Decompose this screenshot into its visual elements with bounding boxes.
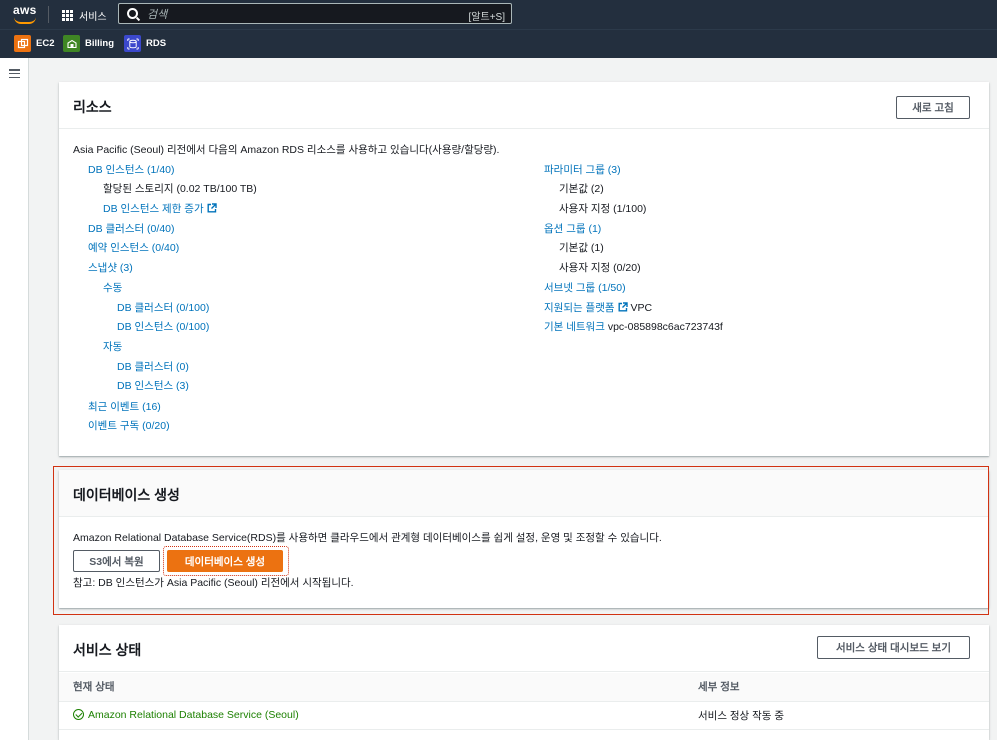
service-health-header: 서비스 상태 서비스 상태 대시보드 보기 bbox=[59, 625, 989, 672]
service-status-link[interactable]: Amazon Relational Database Service (Seou… bbox=[88, 709, 299, 721]
link-auto-clusters[interactable]: DB 클러스터 (0) bbox=[117, 360, 189, 374]
favorites-bar: EC2 Billing RDS bbox=[0, 29, 997, 58]
service-health-dashboard-button[interactable]: 서비스 상태 대시보드 보기 bbox=[817, 636, 970, 659]
pg-custom: 사용자 지정 (1/100) bbox=[559, 203, 647, 215]
column-header-detail: 세부 정보 bbox=[684, 673, 989, 702]
external-link-icon bbox=[207, 203, 217, 213]
side-navigation-rail bbox=[0, 58, 29, 740]
aws-logo-text: aws bbox=[13, 3, 37, 17]
link-event-subscriptions[interactable]: 이벤트 구독 (0/20) bbox=[88, 419, 170, 433]
billing-icon bbox=[63, 35, 80, 52]
search-shortcut: [알트+S] bbox=[468, 12, 505, 23]
ec2-icon bbox=[14, 35, 31, 52]
nav-divider bbox=[48, 6, 49, 23]
grid-icon bbox=[62, 10, 73, 21]
link-manual[interactable]: 수동 bbox=[103, 281, 122, 295]
default-network-value: vpc-085898c6ac723743f bbox=[607, 321, 723, 333]
status-cell: Amazon Relational Database Service (Seou… bbox=[59, 701, 684, 730]
link-automated[interactable]: 자동 bbox=[103, 340, 122, 354]
pg-default: 기본값 (2) bbox=[559, 183, 604, 195]
link-parameter-groups[interactable]: 파라미터 그룹 (3) bbox=[544, 163, 621, 177]
rds-icon bbox=[124, 35, 141, 52]
link-supported-platforms[interactable]: 지원되는 플랫폼 bbox=[544, 302, 615, 314]
table-row: Amazon Relational Database Service (Seou… bbox=[59, 701, 989, 730]
service-health-panel: 서비스 상태 서비스 상태 대시보드 보기 현재 상태 세부 정보 Amazon… bbox=[59, 625, 989, 740]
aws-smile-icon bbox=[14, 17, 36, 24]
link-db-clusters[interactable]: DB 클러스터 (0/40) bbox=[88, 222, 175, 236]
search-box[interactable]: [알트+S] bbox=[118, 3, 512, 24]
services-label: 서비스 bbox=[79, 12, 107, 23]
favorite-billing[interactable]: Billing bbox=[63, 35, 114, 52]
default-network-row: 기본 네트워크 vpc-085898c6ac723743f bbox=[544, 320, 723, 334]
aws-logo[interactable]: aws bbox=[13, 4, 39, 24]
resources-panel: 리소스 새로 고침 Asia Pacific (Seoul) 리전에서 다음의 … bbox=[59, 82, 989, 456]
service-health-title: 서비스 상태 bbox=[73, 642, 142, 658]
og-default: 기본값 (1) bbox=[559, 242, 604, 254]
link-default-network[interactable]: 기본 네트워크 bbox=[544, 321, 605, 333]
link-option-groups[interactable]: 옵션 그룹 (1) bbox=[544, 222, 601, 236]
external-link-icon bbox=[618, 302, 628, 312]
resources-body: Asia Pacific (Seoul) 리전에서 다음의 Amazon RDS… bbox=[59, 82, 989, 456]
supported-platforms-value: VPC bbox=[630, 302, 653, 314]
top-navigation: aws 서비스 [알트+S] bbox=[0, 0, 997, 29]
column-header-status: 현재 상태 bbox=[59, 673, 684, 702]
table-header-row: 현재 상태 세부 정보 bbox=[59, 673, 989, 702]
og-custom: 사용자 지정 (0/20) bbox=[559, 262, 641, 274]
link-auto-instances[interactable]: DB 인스턴스 (3) bbox=[117, 379, 189, 393]
link-manual-instances[interactable]: DB 인스턴스 (0/100) bbox=[117, 320, 209, 334]
favorite-label: RDS bbox=[146, 38, 167, 49]
highlight-box bbox=[53, 466, 989, 615]
favorite-rds[interactable]: RDS bbox=[124, 35, 166, 52]
favorite-label: EC2 bbox=[36, 38, 55, 49]
link-reserved-instances[interactable]: 예약 인스턴스 (0/40) bbox=[88, 241, 179, 255]
link-manual-clusters[interactable]: DB 클러스터 (0/100) bbox=[117, 301, 209, 315]
services-menu-button[interactable]: 서비스 bbox=[62, 8, 107, 23]
link-subnet-groups[interactable]: 서브넷 그룹 (1/50) bbox=[544, 281, 626, 295]
detail-cell: 서비스 정상 작동 중 bbox=[684, 701, 989, 730]
resources-intro: Asia Pacific (Seoul) 리전에서 다음의 Amazon RDS… bbox=[73, 144, 500, 156]
link-recent-events[interactable]: 최근 이벤트 (16) bbox=[88, 400, 161, 414]
link-increase-limit-row: DB 인스턴스 제한 증가 bbox=[103, 202, 217, 216]
hamburger-menu-icon[interactable] bbox=[9, 69, 20, 79]
service-health-table: 현재 상태 세부 정보 Amazon Relational Database S… bbox=[59, 673, 989, 730]
favorite-ec2[interactable]: EC2 bbox=[14, 35, 54, 52]
allocated-storage: 할당된 스토리지 (0.02 TB/100 TB) bbox=[103, 183, 257, 195]
search-icon bbox=[127, 8, 138, 19]
favorite-label: Billing bbox=[85, 38, 115, 49]
search-input[interactable] bbox=[145, 6, 449, 23]
link-snapshots[interactable]: 스냅샷 (3) bbox=[88, 261, 133, 275]
link-db-instances[interactable]: DB 인스턴스 (1/40) bbox=[88, 163, 175, 177]
status-ok-icon bbox=[73, 709, 84, 720]
supported-platforms-row: 지원되는 플랫폼 VPC bbox=[544, 301, 652, 315]
link-increase-limit[interactable]: DB 인스턴스 제한 증가 bbox=[103, 203, 204, 215]
